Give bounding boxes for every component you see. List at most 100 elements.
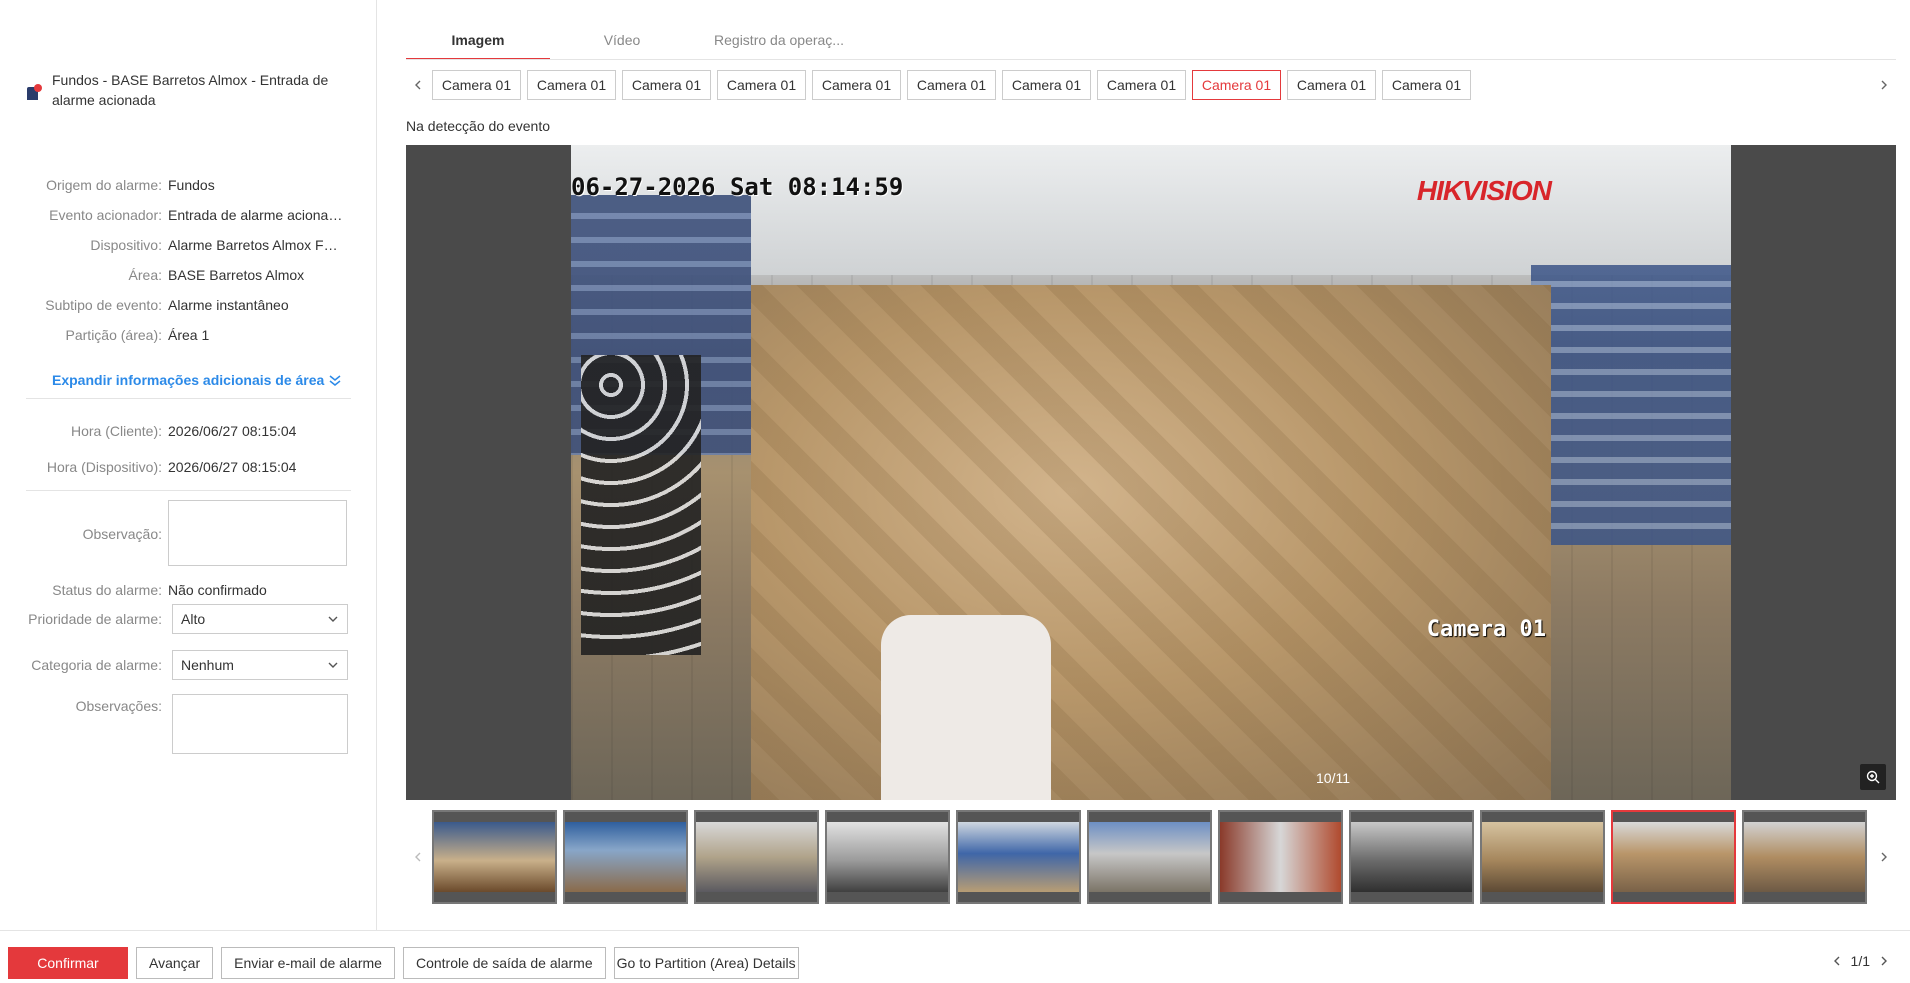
alarm-header: Fundos - BASE Barretos Almox - Entrada d… — [26, 70, 346, 110]
time-label: Hora (Cliente): — [70, 423, 162, 439]
info-label: Origem do alarme: — [46, 177, 162, 193]
camera-button[interactable]: Camera 01 — [1287, 70, 1376, 100]
camera-button[interactable]: Camera 01 — [1097, 70, 1186, 100]
camera-next-button[interactable] — [1872, 70, 1896, 100]
info-row-event-subtype: Subtipo de evento: Alarme instantâneo — [26, 290, 356, 320]
thumbnail[interactable] — [1218, 810, 1343, 904]
tab-image[interactable]: Imagem — [406, 26, 550, 59]
expand-label: Expandir informações adicionais de área — [52, 372, 325, 388]
info-label: Evento acionador: — [49, 207, 162, 223]
thumbnail[interactable] — [1742, 810, 1867, 904]
zoom-button[interactable] — [1860, 764, 1886, 790]
chevron-left-icon[interactable] — [1831, 955, 1843, 967]
chevron-down-icon — [328, 662, 338, 668]
info-value: Fundos — [168, 177, 215, 193]
camera-button[interactable]: Camera 01 — [1002, 70, 1091, 100]
zoom-in-icon — [1866, 770, 1880, 784]
camera-brand-overlay: HIKVISION — [1416, 175, 1552, 206]
alarm-output-control-button[interactable]: Controle de saída de alarme — [402, 947, 606, 979]
send-email-button[interactable]: Enviar e-mail de alarme — [221, 947, 395, 979]
alarm-handling-form: Observação: Status do alarme: Não confir… — [26, 500, 356, 754]
thumbnail[interactable] — [1480, 810, 1605, 904]
chevron-down-icon — [328, 616, 338, 622]
info-row-device: Dispositivo: Alarme Barretos Almox FR... — [26, 230, 356, 260]
partition-details-button[interactable]: Go to Partition (Area) Details — [613, 947, 799, 979]
observation-label: Observação: — [82, 526, 162, 542]
image-timestamp-overlay: 06-27-2026 Sat 08:14:59 — [571, 173, 904, 201]
camera-button[interactable]: Camera 01 — [812, 70, 901, 100]
camera-list: Camera 01 Camera 01 Camera 01 Camera 01 … — [432, 70, 1471, 100]
tab-operation-log[interactable]: Registro da operaç... — [694, 26, 864, 59]
pager: 1/1 — [1831, 953, 1890, 969]
remarks-textarea[interactable] — [172, 694, 348, 754]
thumbnail[interactable] — [1087, 810, 1212, 904]
info-row-trigger-event: Evento acionador: Entrada de alarme acio… — [26, 200, 356, 230]
status-row: Status do alarme: Não confirmado — [26, 578, 356, 602]
info-value: BASE Barretos Almox — [168, 267, 305, 283]
camera-button[interactable]: Camera 01 — [907, 70, 996, 100]
camera-button[interactable]: Camera 01 — [1382, 70, 1471, 100]
observation-row: Observação: — [26, 500, 356, 568]
camera-button[interactable]: Camera 01 — [527, 70, 616, 100]
info-row-partition: Partição (área): Área 1 — [26, 320, 356, 350]
thumbnail-selected[interactable] — [1611, 810, 1736, 904]
info-label: Subtipo de evento: — [45, 297, 162, 313]
priority-value: Alto — [181, 611, 206, 627]
info-value: Entrada de alarme acionada — [168, 207, 343, 223]
camera-button[interactable]: Camera 01 — [622, 70, 711, 100]
thumbnail[interactable] — [563, 810, 688, 904]
camera-button-selected[interactable]: Camera 01 — [1192, 70, 1281, 100]
divider — [26, 490, 351, 491]
alarm-times: Hora (Cliente): 2026/06/27 08:15:04 Hora… — [26, 413, 356, 485]
expand-area-info-link[interactable]: Expandir informações adicionais de área — [52, 372, 342, 388]
remarks-label: Observações: — [75, 698, 162, 714]
priority-select[interactable]: Alto — [172, 604, 348, 634]
thumbnail[interactable] — [825, 810, 950, 904]
thumbnail-strip — [406, 808, 1896, 906]
advance-button[interactable]: Avançar — [136, 947, 214, 979]
info-value: Área 1 — [168, 327, 210, 343]
time-label: Hora (Dispositivo): — [46, 459, 162, 475]
chevron-right-icon[interactable] — [1878, 955, 1890, 967]
action-buttons: Confirmar Avançar Enviar e-mail de alarm… — [8, 947, 799, 979]
camera-button[interactable]: Camera 01 — [432, 70, 521, 100]
camera-button[interactable]: Camera 01 — [717, 70, 806, 100]
thumbnail-list — [432, 810, 1867, 904]
action-bar: Confirmar Avançar Enviar e-mail de alarm… — [0, 930, 1910, 983]
thumbnail[interactable] — [1349, 810, 1474, 904]
thumbnail[interactable] — [432, 810, 557, 904]
info-value: Alarme Barretos Almox FR... — [168, 237, 343, 253]
confirm-button[interactable]: Confirmar — [8, 947, 128, 979]
camera-selector: Camera 01 Camera 01 Camera 01 Camera 01 … — [406, 70, 1896, 100]
time-row-client: Hora (Cliente): 2026/06/27 08:15:04 — [26, 413, 356, 449]
time-value: 2026/06/27 08:15:04 — [168, 423, 297, 439]
alarm-detail-window: Fundos - BASE Barretos Almox - Entrada d… — [0, 0, 1910, 983]
media-panel: Imagem Vídeo Registro da operaç... Camer… — [378, 0, 1910, 930]
divider — [26, 398, 351, 399]
thumbnail[interactable] — [956, 810, 1081, 904]
image-viewer[interactable]: 06-27-2026 Sat 08:14:59 HIKVISION Camera… — [406, 145, 1896, 800]
captured-image: 06-27-2026 Sat 08:14:59 HIKVISION Camera… — [571, 145, 1731, 800]
category-value: Nenhum — [181, 657, 234, 673]
alarm-title: Fundos - BASE Barretos Almox - Entrada d… — [52, 72, 329, 108]
category-select[interactable]: Nenhum — [172, 650, 348, 680]
chevron-left-icon — [415, 852, 421, 862]
remarks-row: Observações: — [26, 694, 356, 754]
chevron-right-icon — [1881, 80, 1887, 90]
camera-prev-button[interactable] — [406, 70, 430, 100]
category-label: Categoria de alarme: — [31, 657, 162, 673]
thumb-next-button[interactable] — [1872, 842, 1896, 872]
double-chevron-down-icon — [329, 375, 341, 386]
observation-textarea[interactable] — [168, 500, 347, 566]
page-indicator: 1/1 — [1850, 953, 1870, 969]
alarm-input-icon — [26, 84, 42, 102]
thumbnail[interactable] — [694, 810, 819, 904]
alarm-info-panel: Fundos - BASE Barretos Almox - Entrada d… — [0, 0, 377, 930]
status-label: Status do alarme: — [52, 582, 162, 598]
info-label: Dispositivo: — [90, 237, 162, 253]
category-row: Categoria de alarme: Nenhum — [26, 650, 356, 680]
priority-label: Prioridade de alarme: — [28, 611, 162, 627]
tab-video[interactable]: Vídeo — [550, 26, 694, 59]
thumb-prev-button[interactable] — [406, 842, 430, 872]
alarm-info-list: Origem do alarme: Fundos Evento acionado… — [26, 170, 356, 350]
